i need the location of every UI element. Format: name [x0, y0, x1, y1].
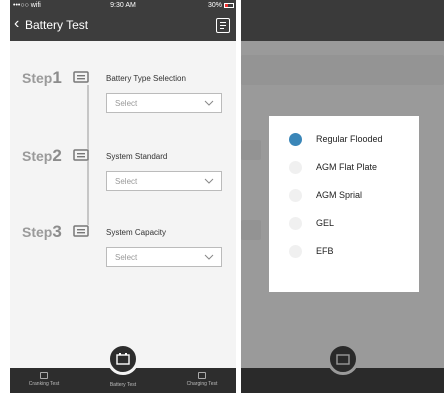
dimmed-center-button [327, 343, 359, 375]
option-label: Regular Flooded [316, 134, 383, 144]
tab-battery-test[interactable]: Battery Test [93, 382, 153, 388]
step-2-label: Step2 [22, 146, 62, 165]
radio-icon [289, 161, 302, 174]
battery-icon [72, 222, 90, 240]
option-agm-sprial[interactable]: AGM Sprial [289, 188, 414, 208]
battery-icon [72, 68, 90, 86]
battery-icon [336, 354, 350, 365]
select-placeholder: Select [115, 253, 138, 262]
option-label: AGM Sprial [316, 190, 363, 200]
dimmed-background [241, 55, 444, 85]
chevron-down-icon [204, 178, 214, 184]
battery-type-dialog: Regular Flooded AGM Flat Plate AGM Spria… [269, 116, 419, 292]
tab-charging-test[interactable]: Charging Test [172, 372, 232, 387]
radio-icon [289, 217, 302, 230]
battery-percent: 30% [207, 2, 222, 9]
dimmed-top-bar [241, 0, 444, 41]
step-1-label: Step1 [22, 68, 62, 87]
option-efb[interactable]: EFB [289, 244, 414, 264]
step-3-label: Step3 [22, 222, 62, 241]
top-bar: •••○○ wifi 9:30 AM 30% ‹ Battery Test [10, 0, 236, 41]
radio-icon [289, 245, 302, 258]
battery-icon [72, 146, 90, 164]
option-regular-flooded[interactable]: Regular Flooded [289, 132, 414, 152]
step-2-name: System Standard [106, 152, 168, 161]
system-capacity-select[interactable]: Select [106, 247, 222, 267]
battery-icon [116, 353, 130, 365]
option-agm-flat-plate[interactable]: AGM Flat Plate [289, 160, 414, 180]
radio-selected-icon [289, 133, 302, 146]
report-icon[interactable] [216, 18, 230, 33]
step-1-name: Battery Type Selection [106, 74, 186, 83]
chevron-down-icon [204, 254, 214, 260]
battery-icon [224, 3, 234, 8]
battery-type-select[interactable]: Select [106, 93, 222, 113]
status-bar: •••○○ wifi 9:30 AM 30% [10, 0, 236, 12]
charging-icon [198, 372, 206, 379]
back-button[interactable]: ‹ [14, 15, 19, 33]
battery-test-screen: •••○○ wifi 9:30 AM 30% ‹ Battery Test St… [10, 0, 236, 393]
step-3-name: System Capacity [106, 228, 167, 237]
option-gel[interactable]: GEL [289, 216, 414, 236]
dimmed-background [241, 220, 261, 240]
system-standard-select[interactable]: Select [106, 171, 222, 191]
select-placeholder: Select [115, 99, 138, 108]
select-placeholder: Select [115, 177, 138, 186]
nav-bar: ‹ Battery Test [10, 14, 236, 38]
status-time: 9:30 AM [110, 2, 136, 9]
option-label: GEL [316, 218, 335, 228]
battery-type-picker-screen: Regular Flooded AGM Flat Plate AGM Spria… [241, 0, 444, 393]
cranking-icon [40, 372, 48, 379]
radio-icon [289, 189, 302, 202]
tab-cranking-test[interactable]: Cranking Test [14, 372, 74, 387]
dimmed-background [241, 140, 261, 160]
page-title: Battery Test [25, 18, 89, 32]
battery-test-center-button[interactable] [107, 343, 139, 375]
chevron-down-icon [204, 100, 214, 106]
option-label: AGM Flat Plate [316, 162, 378, 172]
option-label: EFB [316, 246, 334, 256]
